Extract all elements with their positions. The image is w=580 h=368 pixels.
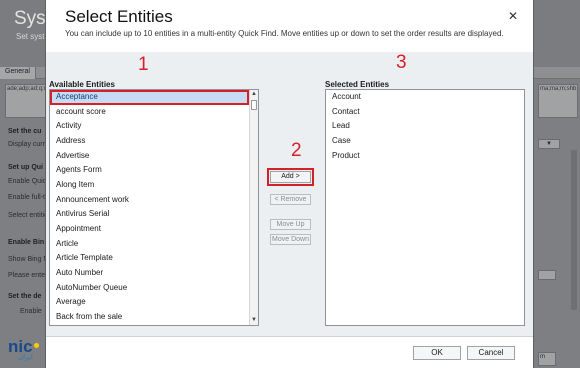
settings-label: Show Bing M [8, 256, 50, 263]
selected-entities-list[interactable]: Account Contact Lead Case Product [325, 89, 525, 326]
scroll-up-icon[interactable]: ▲ [250, 90, 258, 99]
select-entities-dialog: Select Entities You can include up to 10… [45, 0, 534, 368]
settings-label: Please enter [8, 272, 48, 279]
available-entity-item[interactable]: AutoNumber Queue [50, 281, 249, 296]
available-entity-item[interactable]: Announcement work [50, 193, 249, 208]
file-extensions-textbox[interactable]: ade;adp;ad;q;mar;mas;shtm;shtml [5, 84, 47, 118]
selected-entity-item[interactable]: Product [326, 149, 524, 164]
settings-heading: Enable Bin [8, 239, 45, 246]
available-entities-list[interactable]: Acceptance account score Activity Address Ad… [49, 89, 259, 326]
available-list-scrollbar[interactable]: ▲ ▼ [249, 90, 258, 325]
move-up-button[interactable]: Move Up [270, 219, 311, 230]
settings-heading: Set the de [8, 293, 42, 300]
annotation-number-3: 3 [396, 52, 407, 73]
dialog-description: You can include up to 10 entities in a m… [65, 29, 504, 38]
available-entity-item[interactable]: Agents Form [50, 163, 249, 178]
right-lower-field[interactable]: m [538, 352, 556, 366]
available-entity-item[interactable]: Appointment [50, 222, 249, 237]
selected-entity-item[interactable]: Contact [326, 105, 524, 120]
dialog-body: Available Entities Acceptance account sco… [46, 52, 533, 336]
cancel-button[interactable]: Cancel [467, 346, 515, 360]
available-entity-item[interactable]: account score [50, 105, 249, 120]
available-entities-label: Available Entities [49, 80, 115, 89]
available-entity-item[interactable]: Advertise [50, 149, 249, 164]
add-button[interactable]: Add > [267, 168, 314, 186]
selected-entity-item[interactable]: Account [326, 90, 524, 105]
settings-label: Enable [20, 308, 42, 315]
available-entity-item[interactable]: Acceptance [50, 90, 249, 105]
ok-button[interactable]: OK [413, 346, 461, 360]
available-entity-item[interactable]: Average [50, 295, 249, 310]
right-dropdown[interactable]: ▼ [538, 139, 560, 149]
available-entity-item[interactable]: Auto Number [50, 266, 249, 281]
left-settings-column [0, 79, 48, 368]
available-entity-item[interactable]: Article [50, 237, 249, 252]
dialog-title: Select Entities [65, 7, 173, 26]
settings-label: Select entitie [8, 212, 49, 219]
settings-heading: Set up Qui [8, 164, 43, 171]
available-entity-item[interactable]: Article Template [50, 251, 249, 266]
move-down-button[interactable]: Move Down [270, 234, 311, 245]
close-icon[interactable]: ✕ [507, 10, 519, 22]
tab-general[interactable]: General [0, 67, 36, 79]
selected-entity-item[interactable]: Case [326, 134, 524, 149]
scroll-down-icon[interactable]: ▼ [250, 316, 258, 325]
available-entity-item[interactable]: Address [50, 134, 249, 149]
settings-label: Display curr [8, 141, 45, 148]
page-subtitle: Set syst [16, 32, 45, 41]
selected-entities-label: Selected Entities [325, 80, 390, 89]
right-field[interactable] [538, 270, 556, 280]
logo-dot [34, 343, 39, 348]
selected-entity-item[interactable]: Lead [326, 119, 524, 134]
available-entity-item[interactable]: Along Item [50, 178, 249, 193]
available-entity-item[interactable]: Antivirus Serial [50, 207, 249, 222]
page-scrollbar[interactable] [571, 150, 577, 310]
logo-subtext: ایران [18, 354, 33, 361]
right-textbox[interactable]: ma;ma;m;shb;sh [538, 84, 578, 118]
available-entity-item[interactable]: Back from the sale [50, 310, 249, 325]
scroll-thumb[interactable] [251, 100, 257, 110]
available-entity-item[interactable]: Activity [50, 119, 249, 134]
annotation-number-1: 1 [138, 54, 149, 75]
remove-button[interactable]: < Remove [270, 194, 311, 205]
annotation-number-2: 2 [291, 140, 302, 161]
settings-label: Enable full-t [8, 194, 45, 201]
settings-label: Enable Quic [8, 178, 47, 185]
settings-heading: Set the cu [8, 128, 42, 135]
